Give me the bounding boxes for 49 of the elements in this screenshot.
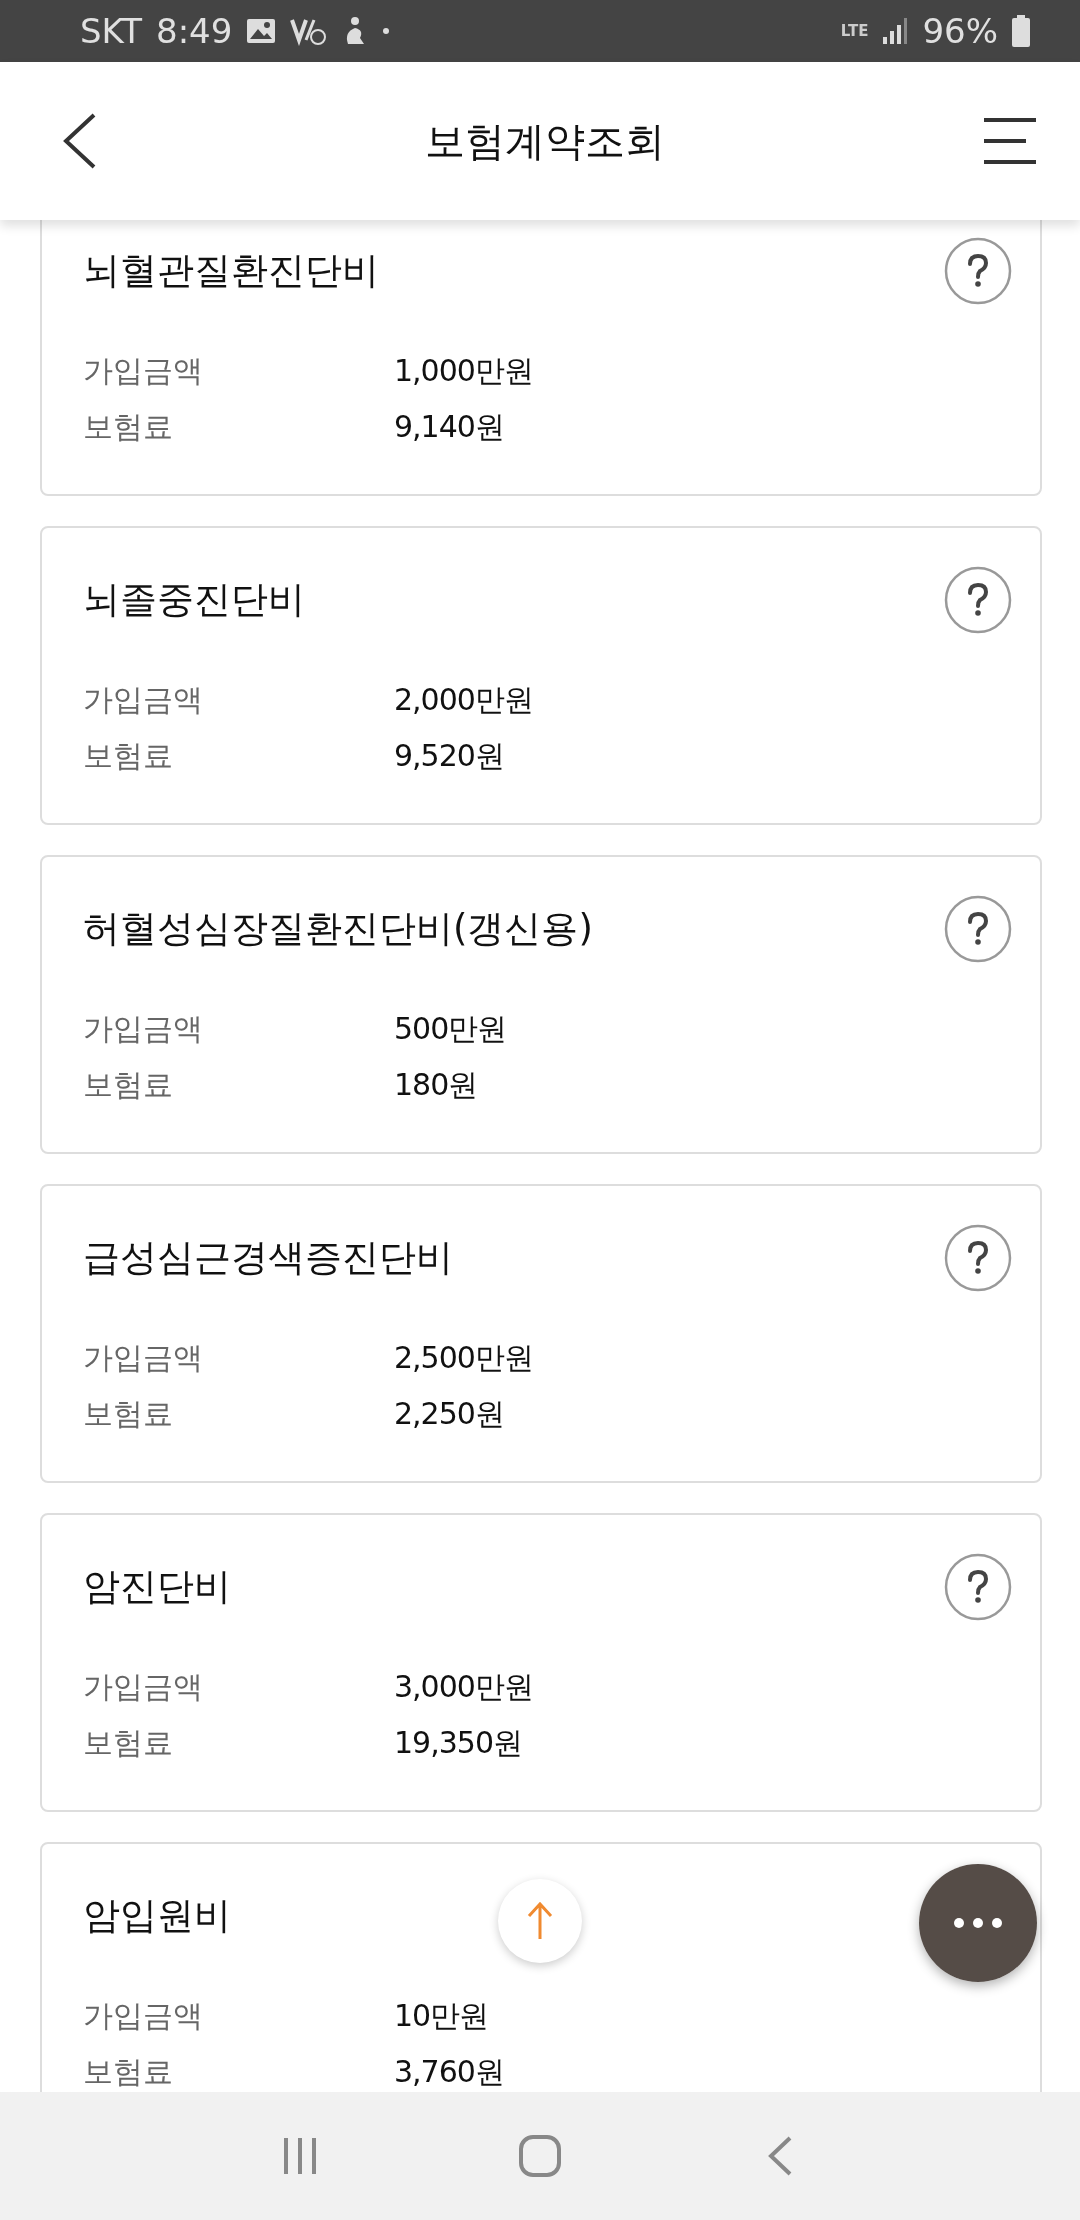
field-value: 500만원 — [394, 1010, 508, 1048]
more-button[interactable] — [919, 1864, 1037, 1982]
field-label: 보험료 — [83, 1066, 174, 1104]
field-label: 보험료 — [83, 1395, 174, 1433]
carrier-name: SKT — [80, 11, 142, 51]
field-label: 가입금액 — [83, 1339, 204, 1377]
menu-icon[interactable] — [982, 117, 1038, 165]
battery-level: 96% — [922, 11, 998, 51]
field-label: 보험료 — [83, 408, 174, 446]
more-icon[interactable] — [953, 1917, 1003, 1929]
field-value: 3,760원 — [394, 2053, 505, 2091]
page-title: 보험계약조회 — [425, 116, 665, 166]
help-icon[interactable] — [944, 1553, 1012, 1621]
field-value: 2,250원 — [394, 1395, 505, 1433]
network-type: LTE — [840, 23, 869, 39]
coverage-name: 뇌혈관질환진단비 — [83, 248, 379, 294]
clock: 8:49 — [156, 11, 233, 51]
field-value: 19,350원 — [394, 1724, 523, 1762]
field-value: 9,520원 — [394, 737, 505, 775]
field-label: 보험료 — [83, 2053, 174, 2091]
field-value: 3,000만원 — [394, 1668, 534, 1706]
field-label: 보험료 — [83, 1724, 174, 1762]
help-icon[interactable] — [944, 895, 1012, 963]
volte-icon — [290, 16, 327, 46]
coverage-name: 암진단비 — [83, 1564, 231, 1610]
field-label: 가입금액 — [83, 681, 204, 719]
field-label: 가입금액 — [83, 1668, 204, 1706]
coverage-name: 급성심근경색증진단비 — [83, 1235, 453, 1281]
field-value: 1,000만원 — [394, 352, 534, 390]
help-icon[interactable] — [944, 237, 1012, 305]
signal-icon — [882, 17, 909, 45]
field-label: 가입금액 — [83, 1997, 204, 2035]
home-icon[interactable] — [518, 2134, 562, 2178]
help-icon[interactable] — [944, 566, 1012, 634]
coverage-name: 뇌졸중진단비 — [83, 577, 305, 623]
field-value: 180원 — [394, 1066, 479, 1104]
field-label: 가입금액 — [83, 352, 204, 390]
field-value: 9,140원 — [394, 408, 505, 446]
dot-icon — [382, 27, 391, 35]
coverage-name: 허혈성심장질환진단비(갱신용) — [83, 906, 593, 952]
field-value: 2,500만원 — [394, 1339, 534, 1377]
field-value: 2,000만원 — [394, 681, 534, 719]
image-icon — [246, 18, 277, 44]
field-value: 10만원 — [394, 1997, 490, 2035]
coverage-name: 암입원비 — [83, 1893, 231, 1939]
field-label: 보험료 — [83, 737, 174, 775]
battery-icon — [1012, 15, 1030, 47]
field-label: 가입금액 — [83, 1010, 204, 1048]
help-icon[interactable] — [944, 1224, 1012, 1292]
